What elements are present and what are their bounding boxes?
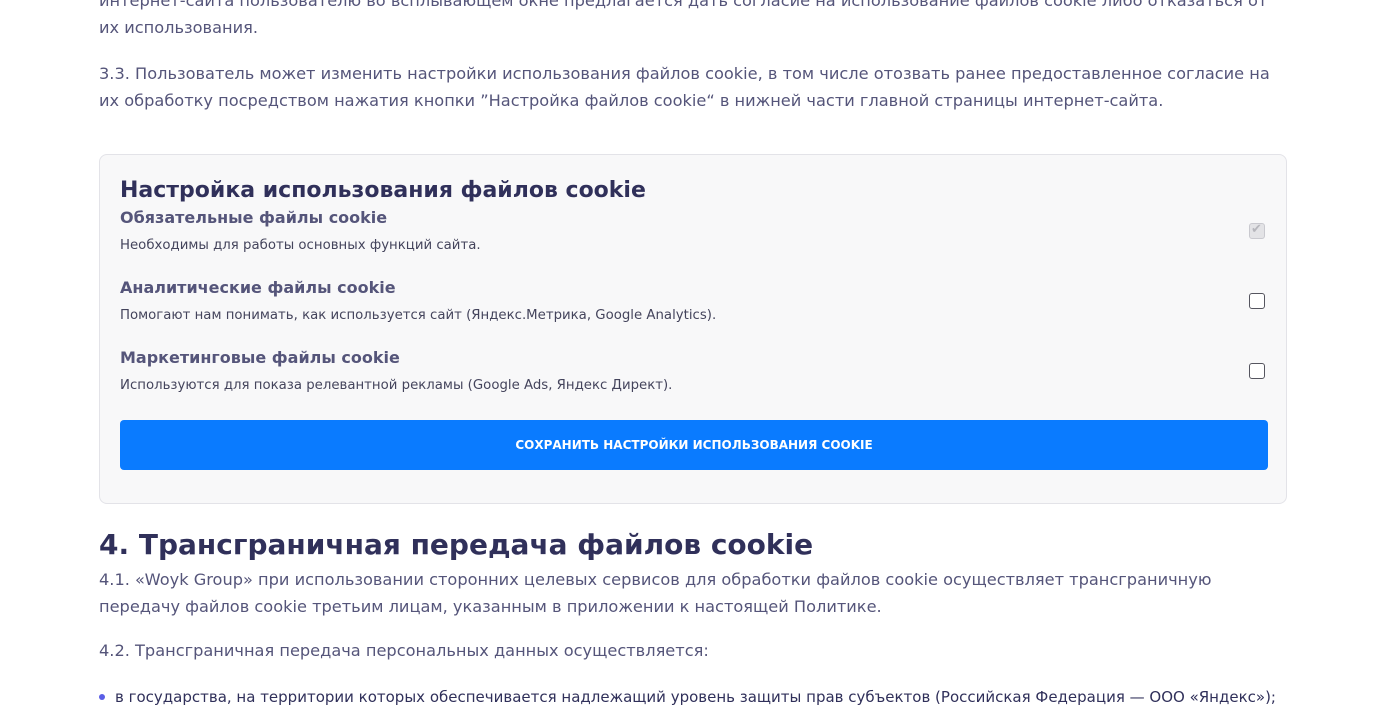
list-item-text: в государства, на территории которых обе… <box>115 688 1276 706</box>
section-4-title: 4. Трансграничная передача файлов cookie <box>99 528 814 561</box>
policy-page: интернет-сайта пользователю во всплывающ… <box>0 0 1374 710</box>
cookie-option-marketing: Маркетинговые файлы cookie Используются … <box>120 345 1270 405</box>
list-item: в государства, на территории которых обе… <box>99 683 1289 710</box>
paragraph-4-1: 4.1. «Woyk Group» при использовании стор… <box>99 570 1212 616</box>
paragraph-4-2: 4.2. Трансграничная передача персональны… <box>99 641 709 660</box>
required-cookie-checkbox: ✔ <box>1249 222 1265 239</box>
paragraph-consent-fragment: интернет-сайта пользователю во всплывающ… <box>99 0 1268 37</box>
save-cookie-settings-button[interactable]: Сохранить настройки использования cookie <box>120 420 1268 470</box>
cookie-option-description: Используются для показа релевантной рекл… <box>120 378 673 393</box>
marketing-cookie-checkbox[interactable] <box>1249 363 1265 379</box>
cookie-option-description: Помогают нам понимать, как используется … <box>120 308 717 323</box>
cookie-settings-title: Настройка использования файлов cookie <box>120 178 646 203</box>
analytics-cookie-checkbox[interactable] <box>1249 293 1265 309</box>
cookie-settings-panel: Настройка использования файлов cookie Об… <box>99 154 1287 504</box>
cookie-option-analytics: Аналитические файлы cookie Помогают нам … <box>120 275 1270 335</box>
paragraph-3-3: 3.3. Пользователь может изменить настрой… <box>99 64 1270 110</box>
checkmark-icon: ✔ <box>1251 222 1262 237</box>
cookie-option-required: Обязательные файлы cookie Необходимы для… <box>120 205 1270 265</box>
cookie-option-description: Необходимы для работы основных функций с… <box>120 238 481 253</box>
cookie-option-name: Аналитические файлы cookie <box>120 278 396 297</box>
cookie-option-name: Обязательные файлы cookie <box>120 208 388 227</box>
bullet-icon <box>99 694 105 700</box>
transfer-list: в государства, на территории которых обе… <box>99 683 1289 710</box>
cookie-option-name: Маркетинговые файлы cookie <box>120 348 400 367</box>
